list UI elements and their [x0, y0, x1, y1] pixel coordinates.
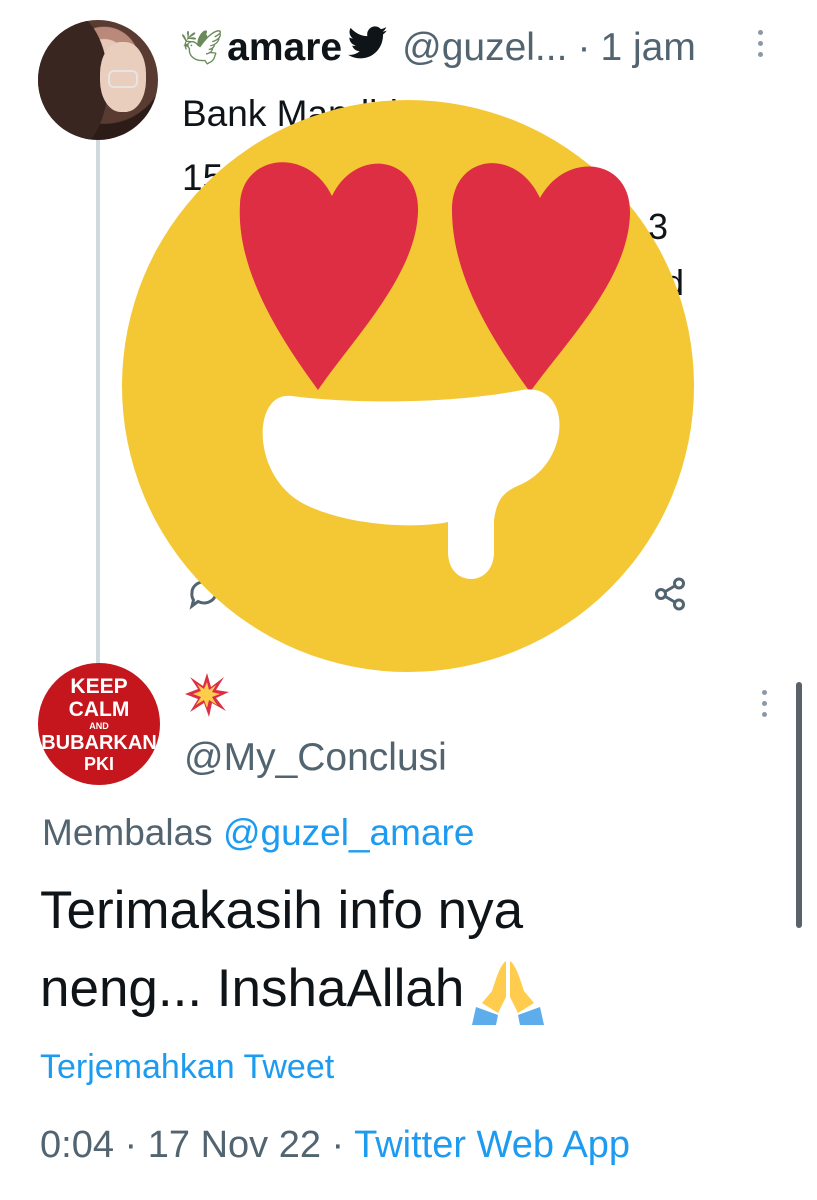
replying-prefix: Membalas	[42, 812, 213, 853]
avatar-my-conclusi[interactable]: KEEP CALM AND BUBARKAN PKI	[38, 663, 160, 785]
twitter-bird-icon	[347, 26, 388, 70]
tweet2-text: Terimakasih info nya neng... InshaAllah	[40, 872, 548, 1028]
meta-dot-1: ·	[124, 1124, 138, 1166]
heart-eyes-emoji-sticker	[122, 100, 694, 672]
tweet-date[interactable]: 17 Nov 22	[148, 1124, 321, 1166]
tweet2-line-2: neng... InshaAllah	[40, 959, 465, 1018]
translate-tweet-link[interactable]: Terjemahkan Tweet	[40, 1048, 334, 1087]
tweet-time[interactable]: 1 jam	[600, 26, 695, 70]
dove-icon: 🕊	[180, 29, 224, 67]
display-name[interactable]: amare	[227, 26, 342, 70]
more-options-icon-2[interactable]	[762, 690, 770, 724]
avatar-text-1: KEEP	[70, 675, 128, 698]
separator-dot: ·	[577, 26, 591, 69]
tweet-meta: 0:04 · 17 Nov 22 · Twitter Web App	[40, 1124, 630, 1167]
collision-icon	[185, 673, 229, 717]
replying-to: Membalas @guzel_amare	[42, 812, 474, 854]
avatar-text-3: AND	[89, 721, 109, 731]
avatar-text-2: CALM	[68, 698, 130, 721]
handle-my-conclusi[interactable]: @My_Conclusi	[184, 736, 447, 780]
thread-line	[96, 140, 100, 665]
tweet-source[interactable]: Twitter Web App	[354, 1124, 630, 1166]
tweet-time-2[interactable]: 0:04	[40, 1124, 114, 1166]
scrollbar[interactable]	[796, 682, 802, 928]
replying-to-link[interactable]: @guzel_amare	[223, 812, 474, 853]
handle[interactable]: @guzel...	[402, 26, 567, 70]
tweet1-header: 🕊 amare @guzel... · 1 jam	[180, 24, 696, 72]
more-options-icon[interactable]	[758, 30, 766, 64]
meta-dot-2: ·	[331, 1124, 345, 1166]
avatar-text-4: BUBARKAN	[41, 732, 157, 754]
avatar-text-5: PKI	[83, 754, 114, 774]
tweet2-line-1: Terimakasih info nya	[40, 881, 524, 940]
folded-hands-icon	[472, 961, 545, 1025]
